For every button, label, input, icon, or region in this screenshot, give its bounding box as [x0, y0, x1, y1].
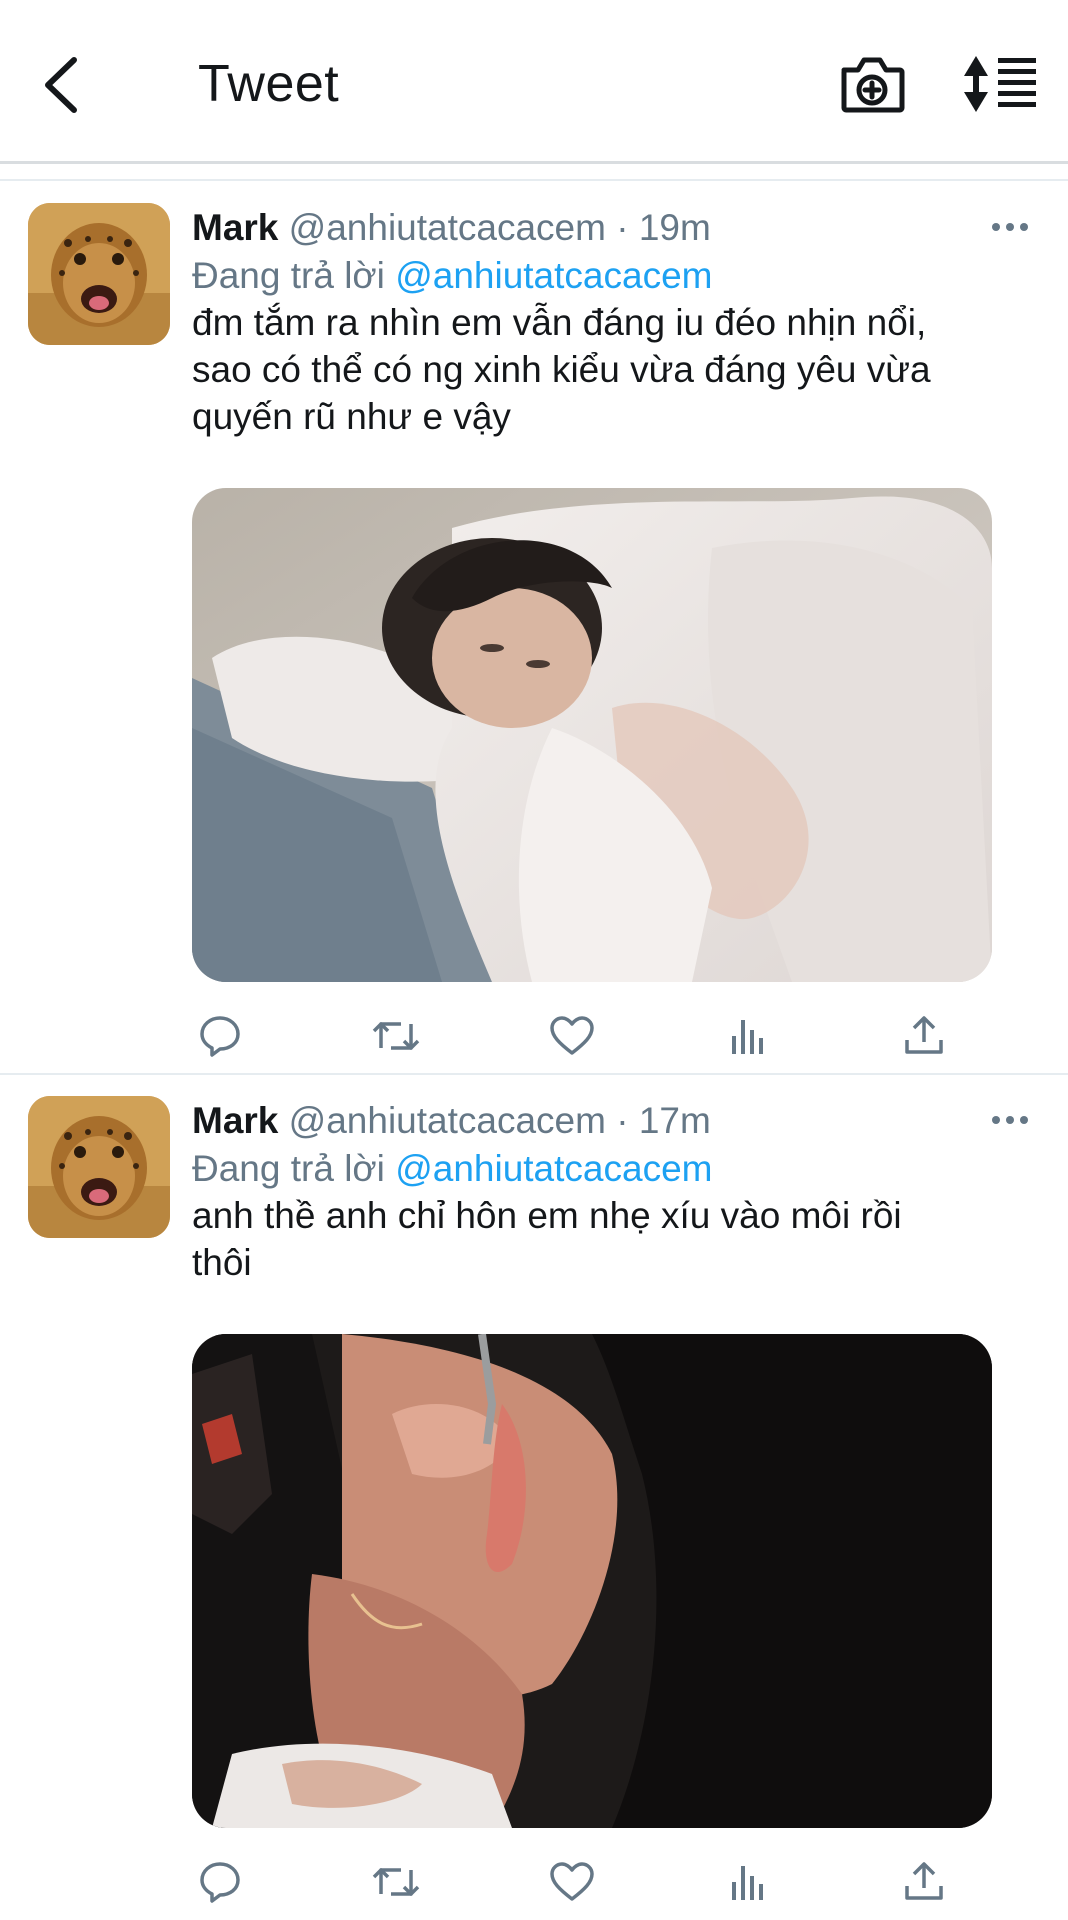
user-handle[interactable]: @anhiutatcacacem	[289, 207, 606, 248]
analytics-button[interactable]	[720, 1008, 776, 1064]
avatar[interactable]	[28, 1096, 170, 1238]
header-separator	[0, 167, 1068, 181]
tweet-text: anh thề anh chỉ hôn em nhẹ xíu vào môi r…	[192, 1195, 902, 1283]
camera-plus-icon	[841, 57, 905, 113]
chevron-left-icon	[45, 57, 77, 113]
more-icon	[992, 1116, 1028, 1124]
separator-dot: ·	[616, 1100, 629, 1141]
tweet-header: Mark @anhiutatcacacem · 17m	[192, 1098, 711, 1144]
back-button[interactable]	[30, 50, 90, 120]
sort-icon	[964, 56, 1036, 112]
heart-icon	[550, 1862, 594, 1901]
tweet-media[interactable]	[192, 1334, 992, 1828]
retweet-icon	[372, 1868, 420, 1896]
display-name[interactable]: Mark	[192, 1100, 278, 1141]
top-app-bar: Tweet	[0, 0, 1068, 164]
reply-icon	[200, 1016, 240, 1057]
share-icon	[905, 1016, 943, 1054]
share-button[interactable]	[896, 1854, 952, 1910]
reply-button[interactable]	[192, 1854, 248, 1910]
replying-label: Đang trả lời	[192, 255, 385, 296]
analytics-icon	[732, 1020, 763, 1054]
camera-button[interactable]	[838, 52, 906, 118]
page-title: Tweet	[198, 55, 340, 113]
retweet-button[interactable]	[368, 1854, 424, 1910]
display-name[interactable]: Mark	[192, 207, 278, 248]
more-options-button[interactable]	[990, 1112, 1030, 1128]
like-button[interactable]	[544, 1854, 600, 1910]
reply-icon	[200, 1862, 240, 1903]
timestamp: 17m	[638, 1100, 711, 1141]
retweet-button[interactable]	[368, 1008, 424, 1064]
sort-button[interactable]	[962, 54, 1038, 114]
tweet[interactable]: Mark @anhiutatcacacem · 17m Đang trả lời…	[0, 1076, 1068, 1920]
analytics-icon	[732, 1866, 763, 1900]
replying-to: Đang trả lời @anhiutatcacacem	[192, 1146, 712, 1192]
more-icon	[992, 223, 1028, 231]
heart-icon	[550, 1016, 594, 1055]
analytics-button[interactable]	[720, 1854, 776, 1910]
avatar[interactable]	[28, 203, 170, 345]
replying-to: Đang trả lời @anhiutatcacacem	[192, 253, 712, 299]
mention-link[interactable]: @anhiutatcacacem	[395, 1148, 712, 1189]
tweet-media[interactable]	[192, 488, 992, 982]
more-options-button[interactable]	[990, 219, 1030, 235]
share-button[interactable]	[896, 1008, 952, 1064]
tweet-actions	[192, 1854, 992, 1914]
mention-link[interactable]: @anhiutatcacacem	[395, 255, 712, 296]
share-icon	[905, 1862, 943, 1900]
separator-dot: ·	[616, 207, 629, 248]
reply-button[interactable]	[192, 1008, 248, 1064]
tweet[interactable]: Mark @anhiutatcacacem · 19m Đang trả lời…	[0, 183, 1068, 1073]
tweet-divider	[0, 1073, 1068, 1075]
like-button[interactable]	[544, 1008, 600, 1064]
timestamp: 19m	[638, 207, 711, 248]
replying-label: Đang trả lời	[192, 1148, 385, 1189]
retweet-icon	[372, 1022, 420, 1050]
tweet-text: đm tắm ra nhìn em vẫn đáng iu đéo nhịn n…	[192, 302, 931, 437]
tweet-header: Mark @anhiutatcacacem · 19m	[192, 205, 711, 251]
tweet-actions	[192, 1008, 992, 1068]
user-handle[interactable]: @anhiutatcacacem	[289, 1100, 606, 1141]
